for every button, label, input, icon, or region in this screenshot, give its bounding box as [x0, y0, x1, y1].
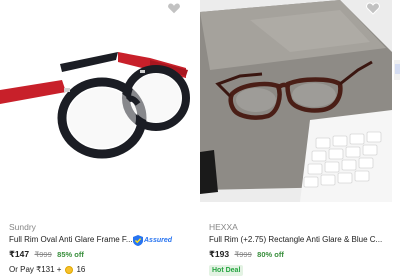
product-price: ₹193 [209, 249, 230, 259]
price-row: ₹193 ₹999 80% off [209, 249, 284, 260]
assured-label: Assured [144, 236, 173, 244]
supercoin-icon [65, 265, 74, 274]
product-image[interactable] [200, 0, 392, 202]
or-pay-offer: Or Pay ₹131 + 16 [9, 265, 85, 274]
product-discount: 85% off [57, 250, 84, 259]
product-mrp: ₹999 [234, 250, 252, 259]
assured-badge: Assured [133, 234, 172, 246]
product-brand: Sundry [9, 222, 36, 232]
product-card[interactable]: Sundry Full Rim Oval Anti Glare Frame F.… [0, 0, 196, 278]
next-product-card-edge[interactable] [394, 0, 400, 278]
heart-icon[interactable] [167, 2, 181, 15]
assured-badge-icon [133, 234, 143, 246]
product-brand: HEXXA [209, 222, 238, 232]
product-price: ₹147 [9, 249, 30, 259]
product-card[interactable]: HEXXA Full Rim (+2.75) Rectangle Anti Gl… [200, 0, 392, 278]
product-image[interactable] [0, 0, 196, 202]
product-discount: 80% off [257, 250, 284, 259]
product-title[interactable]: Full Rim (+2.75) Rectangle Anti Glare & … [209, 235, 382, 244]
price-row: ₹147 ₹999 85% off [9, 249, 84, 260]
hot-deal-badge: Hot Deal [209, 265, 244, 276]
product-title[interactable]: Full Rim Oval Anti Glare Frame F... [9, 235, 133, 244]
product-mrp: ₹999 [34, 250, 52, 259]
or-pay-text: Or Pay ₹131 + [9, 265, 62, 274]
heart-icon[interactable] [366, 2, 380, 15]
coin-count: 16 [76, 265, 86, 274]
